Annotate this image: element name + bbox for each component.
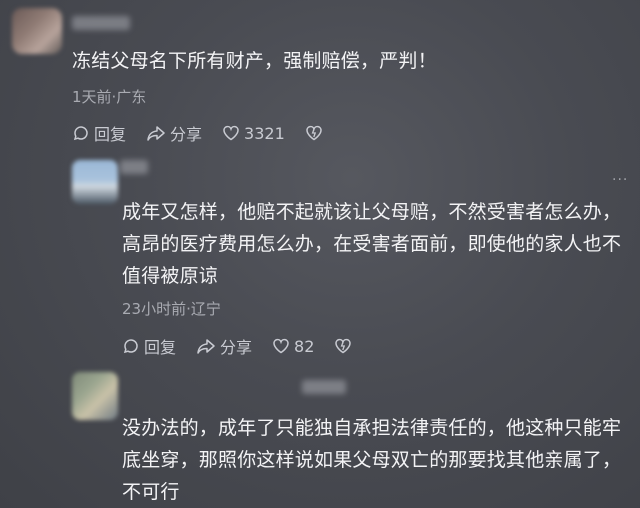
username-blurred[interactable] <box>302 380 346 394</box>
share-icon <box>197 339 215 354</box>
avatar[interactable] <box>72 160 118 204</box>
username-blurred[interactable] <box>72 16 130 30</box>
avatar[interactable] <box>72 372 118 420</box>
share-button[interactable]: 分享 <box>146 121 202 145</box>
like-button[interactable]: 3321 <box>222 124 285 143</box>
more-button[interactable]: ··· <box>612 172 628 188</box>
share-label: 分享 <box>220 338 253 357</box>
like-button[interactable]: 82 <box>272 337 314 356</box>
heart-icon <box>273 338 289 354</box>
reply-button[interactable]: 回复 <box>122 334 176 358</box>
comment-actions: 回复 分享 3321 <box>72 121 347 145</box>
avatar[interactable] <box>12 8 62 54</box>
comment-feed: { "comments": [ { "text": "冻结父母名下所有财产，强制… <box>0 0 640 508</box>
share-button[interactable]: 分享 <box>196 334 252 358</box>
reply-button[interactable]: 回复 <box>72 121 126 145</box>
comment-meta: 1天前·广东 <box>72 88 147 106</box>
share-icon <box>147 126 165 141</box>
comment-text: 成年又怎样，他赔不起就该让父母赔，不然受害者怎么办，高昂的医疗费用怎么办，在受害… <box>122 201 622 287</box>
like-count: 82 <box>294 336 315 356</box>
heart-icon <box>223 125 239 141</box>
dislike-heart-icon <box>306 125 322 141</box>
comment-text: 没办法的，成年了只能独自承担法律责任的，他这种只能牢底坐穿，那照你这样说如果父母… <box>122 417 622 503</box>
dislike-button[interactable] <box>334 337 356 355</box>
username-blurred[interactable] <box>120 160 148 174</box>
dislike-button[interactable] <box>305 124 327 142</box>
more-icon: ··· <box>612 172 629 188</box>
share-label: 分享 <box>170 125 203 144</box>
reply-label: 回复 <box>144 338 177 357</box>
reply-label: 回复 <box>94 125 127 144</box>
comment-meta: 23小时前·辽宁 <box>122 300 221 318</box>
comment-text: 冻结父母名下所有财产，强制赔偿，严判！ <box>72 50 437 72</box>
dislike-heart-icon <box>335 338 352 354</box>
reply-icon <box>123 339 138 354</box>
like-count: 3321 <box>244 123 285 143</box>
comment-actions: 回复 分享 82 <box>122 334 376 358</box>
reply-icon <box>73 126 88 141</box>
